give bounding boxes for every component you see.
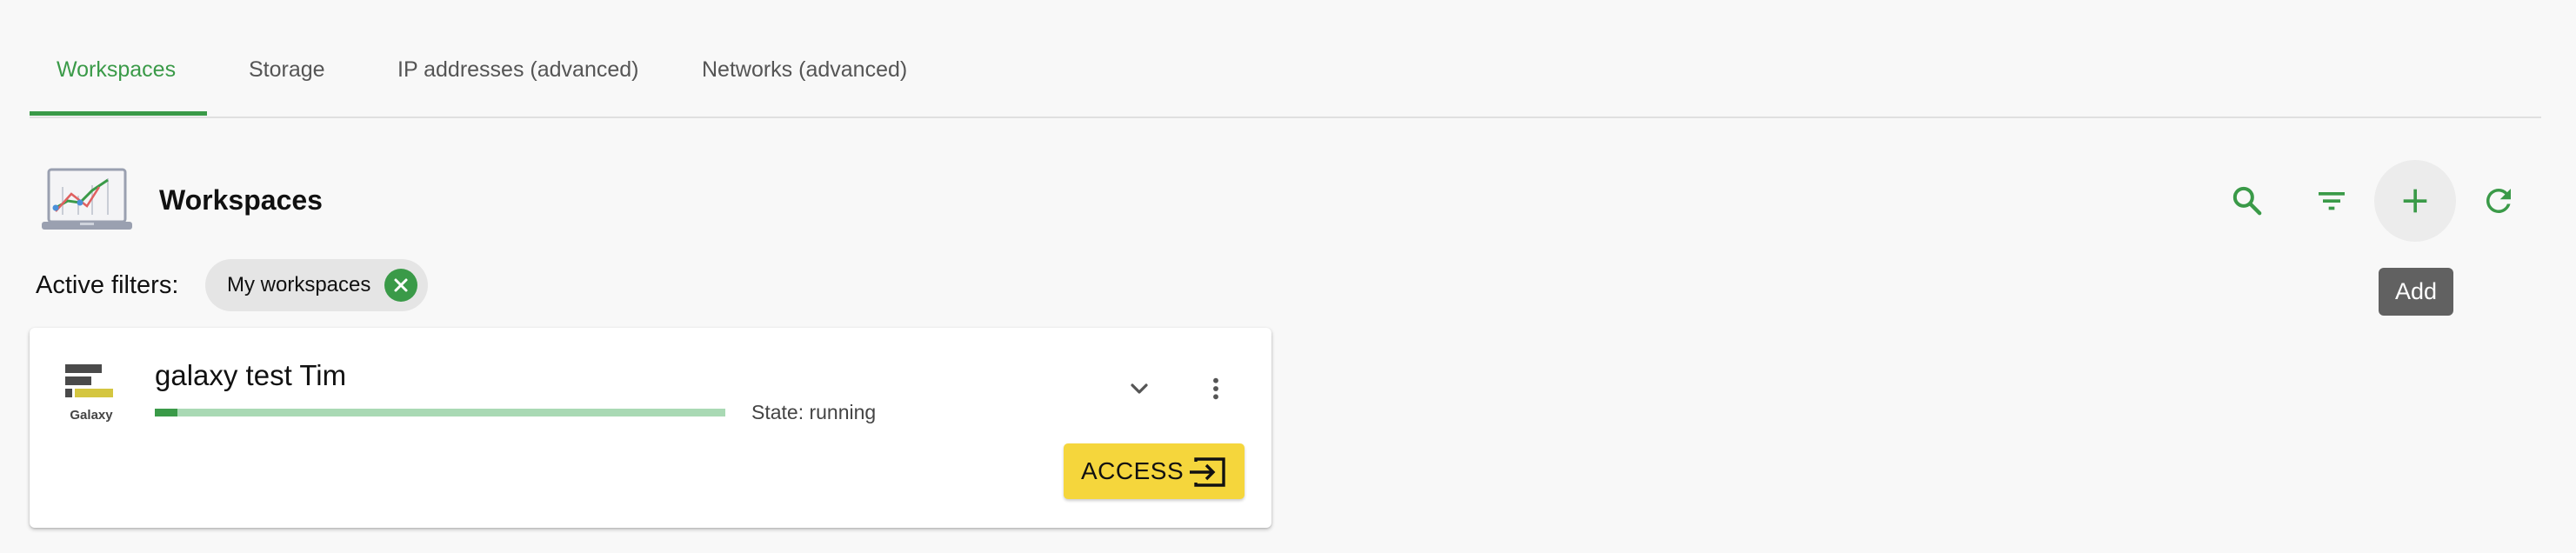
add-button[interactable] [2374,160,2456,242]
filter-chip-label: My workspaces [227,273,371,296]
active-filters-label: Active filters: [36,271,179,299]
filter-button[interactable] [2291,160,2372,242]
search-button[interactable] [2206,160,2288,242]
galaxy-logo-icon [65,364,113,397]
workspace-name: galaxy test Tim [155,359,347,391]
tab-storage[interactable]: Storage [249,57,325,83]
access-button-label: ACCESS [1081,457,1185,484]
laptop-chart-icon [42,168,132,230]
login-icon [1190,457,1225,487]
access-button[interactable]: ACCESS [1064,443,1245,499]
progress-fill [155,409,178,416]
filter-icon [2319,192,2345,210]
tab-bar: Workspaces Storage IP addresses (advance… [30,0,2541,118]
tab-workspaces[interactable]: Workspaces [57,57,176,83]
close-icon [394,278,408,292]
workspace-card: Galaxy galaxy test Tim State: running AC… [30,328,1271,528]
tab-ip-addresses[interactable]: IP addresses (advanced) [397,57,638,83]
page-title: Workspaces [159,184,323,216]
more-options-button[interactable] [1195,368,1237,410]
search-icon [2232,186,2262,216]
tab-networks[interactable]: Networks (advanced) [702,57,907,83]
remove-filter-button[interactable] [384,269,417,302]
chevron-down-icon [1131,383,1148,394]
add-tooltip: Add [2379,268,2453,316]
app-name-label: Galaxy [70,408,113,423]
refresh-icon [2486,188,2511,213]
expand-button[interactable] [1118,368,1160,410]
active-tab-indicator [30,111,207,116]
plus-icon [2403,189,2427,213]
galaxy-logo: Galaxy [63,361,120,423]
refresh-button[interactable] [2458,160,2539,242]
workspace-progress-bar [155,409,725,416]
workspace-state: State: running [751,401,877,423]
filter-chip: My workspaces [205,259,428,311]
more-vertical-icon [1213,377,1218,400]
